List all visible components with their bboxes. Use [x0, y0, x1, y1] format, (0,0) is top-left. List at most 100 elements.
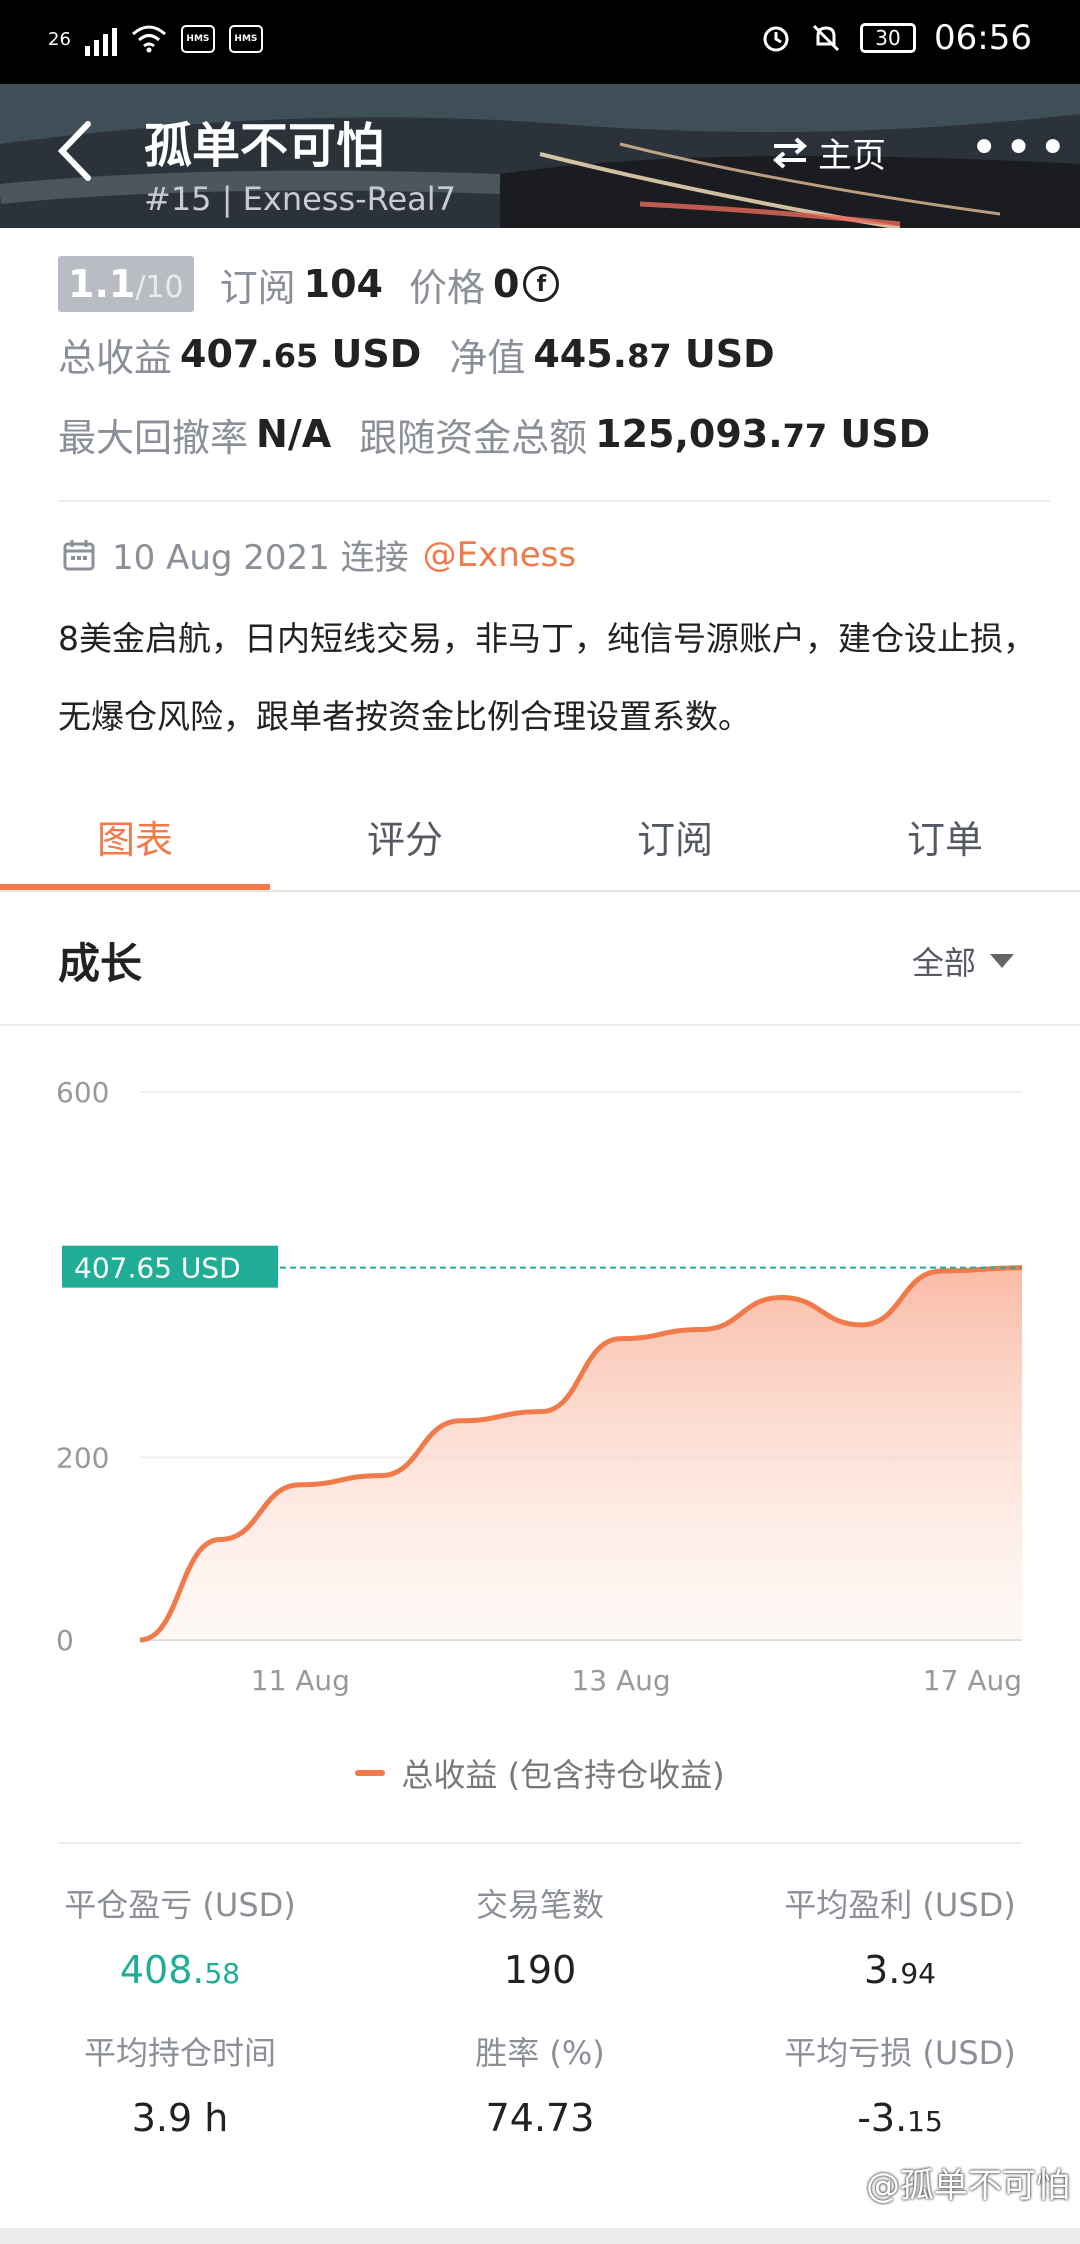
stat-value: 190: [504, 1948, 577, 1998]
signal-icon: [84, 22, 117, 56]
total-profit-int: 407.: [180, 332, 274, 376]
y-tick-label: 0: [56, 1624, 74, 1657]
status-bar: 26 HMS HMS 30 06:56: [0, 0, 1080, 84]
calendar-icon: [63, 539, 95, 570]
rating-value: 1.1: [68, 262, 136, 306]
mute-bell-icon: [812, 24, 840, 52]
signal-description: 8美金启航，日内短线交易，非马丁，纯信号源账户，建仓设止损，无爆仓风险，跟单者按…: [58, 619, 1036, 736]
stat-avg-hold-time: 平均持仓时间 3.9 h: [0, 2028, 360, 2146]
rating-total: /10: [135, 270, 184, 305]
connection-date: 10 Aug 2021 连接: [112, 538, 409, 578]
y-tick-label: 200: [56, 1441, 109, 1474]
max-drawdown-value: N/A: [256, 412, 332, 456]
tab-rating[interactable]: 评分: [270, 780, 540, 892]
watermark: @孤单不可怕: [866, 2166, 1070, 2206]
wifi-icon: [131, 25, 166, 53]
follow-funds-label: 跟随资金总额: [359, 415, 588, 460]
rating-badge: 1.1/10: [58, 256, 194, 312]
tab-chart[interactable]: 图表: [0, 780, 270, 892]
drawdown-row: 最大回撤率 N/A 跟随资金总额 125,093.77 USD: [58, 394, 1048, 474]
legend-label: 总收益 (包含持仓收益): [401, 1756, 725, 1794]
x-tick-label: 11 Aug: [251, 1664, 350, 1697]
price-value: 0: [492, 262, 520, 306]
stat-label: 平均亏损 (USD): [784, 2034, 1016, 2072]
stat-win-rate: 胜率 (%) 74.73: [360, 2028, 720, 2146]
hms-icon: HMS: [228, 25, 263, 53]
stat-value-dec: 15: [907, 2105, 943, 2138]
growth-area: [140, 1267, 1022, 1640]
equity-dec: 87: [627, 337, 672, 375]
stat-value: 408.58: [120, 1948, 240, 1998]
account-subtitle: #15 | Exness-Real7: [144, 180, 457, 218]
stat-value-int: 3.9 h: [131, 2096, 229, 2140]
back-arrow-icon[interactable]: [52, 116, 102, 186]
total-profit-label: 总收益: [58, 335, 173, 380]
stat-value-int: -3.: [857, 2096, 908, 2140]
max-drawdown-label: 最大回撤率: [58, 415, 249, 460]
equity-int: 445.: [533, 332, 628, 376]
stat-label: 平均持仓时间: [83, 2034, 276, 2072]
network-type: 26: [48, 28, 71, 50]
battery-icon: 30: [860, 23, 917, 53]
status-right: 30 06:56: [760, 18, 1032, 58]
stat-value: 3.94: [864, 1948, 936, 1998]
header-banner: 孤单不可怕 #15 | Exness-Real7 主页 •••: [0, 84, 1080, 228]
stat-value-int: 74.73: [485, 2096, 595, 2140]
hms-icon: HMS: [180, 25, 215, 53]
profit-row: 总收益 407.65 USD 净值 445.87 USD: [58, 314, 1048, 394]
y-tick-label: 600: [56, 1076, 109, 1109]
range-dropdown[interactable]: 全部: [912, 938, 1015, 984]
x-tick-label: 17 Aug: [923, 1664, 1022, 1697]
rating-row: 1.1/10 订阅 104 价格 0 f: [58, 254, 1048, 314]
signal-info: 1.1/10 订阅 104 价格 0 f 总收益 407.65 USD 净值 4…: [58, 254, 1048, 474]
x-tick-label: 13 Aug: [571, 1664, 670, 1697]
stat-value-dec: 94: [900, 1957, 936, 1990]
equity-unit: USD: [671, 332, 775, 376]
equity-label: 净值: [449, 335, 526, 380]
stat-value-dec: 58: [204, 1957, 241, 1990]
legend-swatch: [355, 1770, 386, 1776]
tab-bar: 图表 评分 订阅 订单: [0, 780, 1080, 892]
current-value-label: 407.65 USD: [74, 1252, 241, 1285]
tab-subscribe[interactable]: 订阅: [540, 780, 810, 892]
divider: [0, 1024, 1080, 1026]
tab-orders[interactable]: 订单: [810, 780, 1080, 892]
stat-label: 平仓盈亏 (USD): [64, 1886, 296, 1924]
follow-funds-dec: 77: [782, 417, 828, 455]
follow-funds-unit: USD: [827, 412, 931, 456]
home-button[interactable]: 主页: [770, 128, 886, 177]
stat-value-int: 3.: [864, 1948, 901, 1992]
stat-value: -3.15: [857, 2096, 943, 2146]
alarm-icon: [763, 26, 789, 52]
range-label: 全部: [912, 944, 977, 982]
home-label: 主页: [818, 136, 886, 176]
more-menu-button[interactable]: •••: [970, 124, 1073, 172]
divider: [58, 1842, 1022, 1844]
status-left: 26 HMS HMS: [48, 22, 263, 56]
stat-value-int: 408.: [119, 1948, 205, 1992]
swap-icon: [772, 136, 808, 169]
price-label: 价格: [408, 265, 485, 310]
total-profit-unit: USD: [318, 332, 422, 376]
stat-value-int: 190: [503, 1948, 577, 1992]
page-title: 孤单不可怕: [144, 118, 385, 174]
clock: 06:56: [934, 18, 1032, 58]
stat-closed-pnl: 平仓盈亏 (USD) 408.58: [0, 1880, 360, 1998]
stat-avg-loss: 平均亏损 (USD) -3.15: [720, 2028, 1080, 2146]
coin-icon: f: [523, 266, 560, 302]
subscribe-count: 104: [303, 262, 383, 306]
stat-label: 交易笔数: [475, 1886, 604, 1924]
dropdown-arrow-icon: [990, 954, 1015, 968]
subscribe-label: 订阅: [219, 265, 296, 310]
stat-label: 胜率 (%): [475, 2034, 605, 2072]
growth-chart: 600 200 0 407.65 USD 11 Aug 13 Aug 17 Aug: [56, 1076, 1023, 1697]
total-profit-dec: 65: [273, 337, 319, 375]
divider: [0, 890, 1080, 892]
stats-grid: 平仓盈亏 (USD) 408.58 交易笔数 190 平均盈利 (USD) 3.…: [0, 1880, 1080, 2146]
broker-link[interactable]: @Exness: [423, 535, 577, 575]
stat-label: 平均盈利 (USD): [784, 1886, 1016, 1924]
stat-value: 3.9 h: [132, 2096, 229, 2146]
stat-value: 74.73: [486, 2096, 595, 2146]
stat-trade-count: 交易笔数 190: [360, 1880, 720, 1998]
follow-funds-int: 125,093.: [595, 412, 783, 456]
